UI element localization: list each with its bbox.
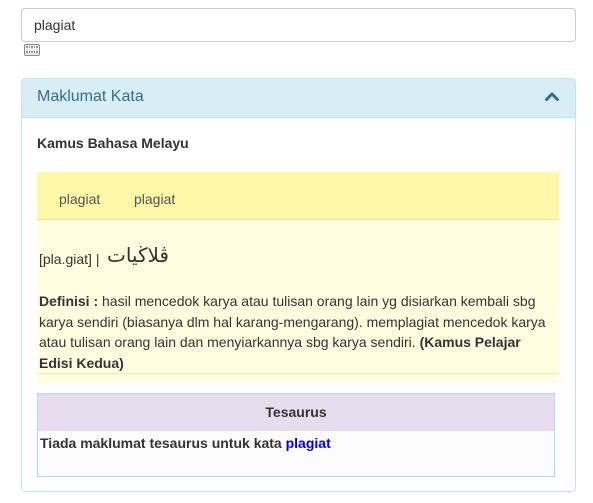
dictionary-source-title: Kamus Bahasa Melayu — [37, 135, 189, 151]
panel-title: Maklumat Kata — [37, 88, 144, 105]
entry-word-alt: plagiat — [134, 191, 176, 207]
entry-header: plagiat plagiat — [37, 172, 559, 220]
definition-label: Definisi : — [39, 293, 99, 309]
thesaurus-box: Tesaurus Tiada maklumat tesaurus untuk k… — [37, 393, 555, 477]
definition: Definisi : hasil mencedok karya atau tul… — [39, 291, 551, 373]
chevron-up-icon[interactable] — [545, 91, 559, 101]
entry-divider — [37, 373, 559, 374]
pronunciation: [pla.giat] | — [39, 251, 100, 267]
search-input[interactable] — [21, 8, 576, 42]
thesaurus-word-link[interactable]: plagiat — [286, 435, 331, 451]
thesaurus-title: Tesaurus — [38, 394, 554, 431]
entry-word: plagiat — [59, 191, 101, 207]
keyboard-icon[interactable] — [24, 44, 40, 56]
dictionary-entry: plagiat plagiat [pla.giat] | ڤلاڬيات Def… — [37, 172, 559, 382]
thesaurus-message-text: Tiada maklumat tesaurus untuk kata — [40, 435, 286, 451]
jawi-spelling: ڤلاڬيات — [107, 243, 169, 267]
panel-heading[interactable]: Maklumat Kata — [22, 79, 575, 118]
thesaurus-message: Tiada maklumat tesaurus untuk kata plagi… — [38, 431, 554, 476]
